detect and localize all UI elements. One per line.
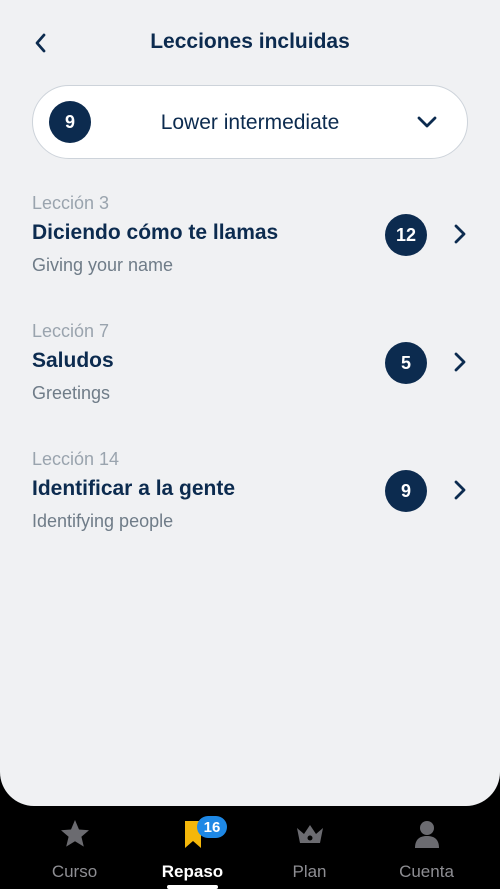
- active-tab-indicator: [167, 885, 218, 889]
- tab-label: Cuenta: [399, 862, 454, 881]
- tab-cuenta[interactable]: Cuenta: [364, 806, 489, 889]
- tab-label: Repaso: [161, 862, 224, 881]
- lesson-row[interactable]: Lección 14 Identificar a la gente Identi…: [0, 449, 500, 549]
- lesson-title: Identificar a la gente: [32, 477, 236, 500]
- lesson-number: Lección 14: [32, 449, 120, 469]
- header: Lecciones incluidas: [0, 20, 500, 66]
- tab-repaso[interactable]: 16 Repaso: [130, 806, 255, 889]
- lesson-row[interactable]: Lección 3 Diciendo cómo te llamas Giving…: [0, 193, 500, 293]
- chevron-down-icon: [417, 116, 437, 128]
- chevron-right-icon: [454, 352, 466, 372]
- tab-curso[interactable]: Curso: [12, 806, 137, 889]
- tab-bar: Curso 16 Repaso Plan Cuenta: [0, 806, 500, 889]
- lesson-number: Lección 7: [32, 321, 110, 341]
- level-name: Lower intermediate: [160, 111, 340, 134]
- lesson-title: Diciendo cómo te llamas: [32, 221, 279, 244]
- lesson-number: Lección 3: [32, 193, 110, 213]
- lesson-row[interactable]: Lección 7 Saludos Greetings 5: [0, 321, 500, 421]
- tab-label: Curso: [51, 862, 98, 881]
- level-selector[interactable]: 9 Lower intermediate: [32, 85, 468, 159]
- lessons-screen: Lecciones incluidas 9 Lower intermediate…: [0, 0, 500, 806]
- tab-plan[interactable]: Plan: [247, 806, 372, 889]
- lesson-title: Saludos: [32, 349, 114, 372]
- crown-icon: [297, 825, 323, 843]
- page-title: Lecciones incluidas: [150, 30, 350, 53]
- chevron-right-icon: [454, 224, 466, 244]
- chevron-right-icon: [454, 480, 466, 500]
- person-icon: [415, 821, 439, 848]
- notification-badge: 16: [197, 816, 227, 838]
- lesson-count-badge: 9: [385, 470, 427, 512]
- star-icon: [61, 820, 89, 847]
- lesson-subtitle: Identifying people: [32, 511, 174, 531]
- tab-label: Plan: [292, 862, 327, 881]
- lesson-subtitle: Greetings: [32, 383, 111, 403]
- lesson-count-badge: 5: [385, 342, 427, 384]
- lesson-subtitle: Giving your name: [32, 255, 174, 275]
- lesson-count-badge: 12: [385, 214, 427, 256]
